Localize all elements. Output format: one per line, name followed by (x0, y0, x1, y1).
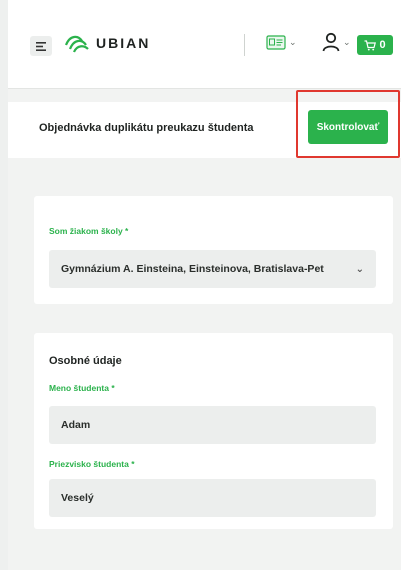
chevron-down-icon: ⌄ (289, 37, 297, 47)
header-divider (244, 34, 245, 56)
ubian-logo-icon (64, 35, 89, 53)
logo-text: UBIAN (96, 35, 151, 51)
user-menu[interactable]: ⌄ (322, 32, 351, 52)
first-name-value: Adam (61, 419, 91, 431)
personal-details-card: Osobné údaje Meno študenta * Adam Priezv… (34, 333, 393, 529)
user-icon (322, 32, 340, 52)
first-name-label: Meno študenta * (49, 383, 115, 393)
last-name-label: Priezvisko študenta * (49, 459, 135, 469)
chevron-down-icon: ⌄ (355, 263, 364, 275)
cart-icon (364, 39, 377, 50)
section-heading: Osobné údaje (49, 355, 122, 367)
check-button[interactable]: Skontrolovať (308, 110, 388, 144)
top-header: UBIAN ⌄ ⌄ 0 (8, 0, 401, 89)
id-card-icon (266, 35, 286, 50)
ubian-logo[interactable]: UBIAN (64, 33, 150, 53)
app-frame: UBIAN ⌄ ⌄ 0 Objednávka duplikátu preukaz… (8, 0, 401, 570)
id-card-menu[interactable]: ⌄ (266, 35, 297, 50)
school-label: Som žiakom školy * (49, 226, 129, 236)
menu-button[interactable] (30, 36, 52, 56)
hamburger-icon (36, 41, 46, 51)
first-name-field[interactable]: Adam (49, 406, 376, 444)
cart-button[interactable]: 0 (357, 35, 393, 55)
chevron-down-icon: ⌄ (343, 36, 351, 47)
school-select[interactable]: Gymnázium A. Einsteina, Einsteinova, Bra… (49, 250, 376, 288)
cart-count: 0 (379, 39, 386, 51)
school-card: Som žiakom školy * Gymnázium A. Einstein… (34, 196, 393, 304)
school-select-value: Gymnázium A. Einsteina, Einsteinova, Bra… (61, 263, 324, 275)
last-name-field[interactable]: Veselý (49, 479, 376, 517)
page-titlebar: Objednávka duplikátu preukazu študenta S… (8, 102, 401, 158)
page-title: Objednávka duplikátu preukazu študenta (39, 122, 254, 134)
last-name-value: Veselý (61, 492, 94, 504)
